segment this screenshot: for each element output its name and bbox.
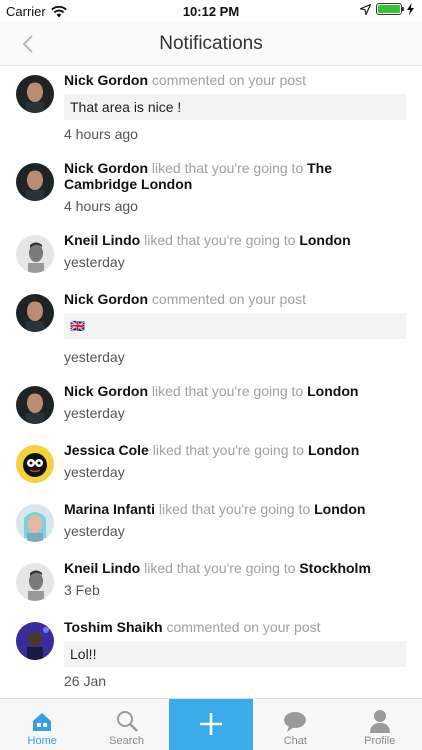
- user-name[interactable]: Marina Infanti: [64, 501, 155, 517]
- page-title: Notifications: [159, 33, 263, 54]
- tab-search[interactable]: Search: [84, 699, 168, 750]
- timestamp: 4 hours ago: [64, 126, 138, 142]
- timestamp: 3 Feb: [64, 582, 100, 598]
- notification-item[interactable]: Marina Infanti liked that you're going t…: [0, 495, 422, 554]
- notification-action: liked that you're going to: [144, 232, 296, 248]
- notification-item[interactable]: Jessica Cole liked that you're going to …: [0, 436, 422, 495]
- comment-box: That area is nice !: [64, 94, 406, 120]
- timestamp: yesterday: [64, 349, 125, 365]
- user-name[interactable]: Kneil Lindo: [64, 232, 140, 248]
- tab-bar: Home Search Chat Profile: [0, 698, 422, 750]
- notification-text: Nick Gordon liked that you're going to L…: [64, 383, 406, 399]
- timestamp: 26 Jan: [64, 673, 107, 689]
- timestamp: yesterday: [64, 464, 125, 480]
- notification-text: Marina Infanti liked that you're going t…: [64, 501, 406, 517]
- notification-text: Nick Gordon commented on your post: [64, 72, 406, 88]
- user-name[interactable]: Nick Gordon: [64, 383, 148, 399]
- notification-content: Nick Gordon commented on your post 🇬🇧 ye…: [64, 291, 406, 365]
- avatar[interactable]: [16, 386, 54, 424]
- notification-content: Toshim Shaikh commented on your post Lol…: [64, 619, 406, 689]
- timestamp: yesterday: [64, 254, 125, 270]
- comment-text: That area is nice !: [70, 99, 182, 115]
- comment-text: Lol!!: [70, 646, 97, 662]
- notification-content: Nick Gordon commented on your post That …: [64, 72, 406, 142]
- user-name[interactable]: Nick Gordon: [64, 72, 148, 88]
- tab-label: Search: [109, 735, 145, 747]
- user-name[interactable]: Toshim Shaikh: [64, 619, 163, 635]
- notification-text: Nick Gordon liked that you're going to T…: [64, 160, 406, 192]
- user-name[interactable]: Jessica Cole: [64, 442, 149, 458]
- notification-action: liked that you're going to: [152, 442, 305, 458]
- notification-action: liked that you're going to: [151, 160, 304, 176]
- notification-action: liked that you're going to: [144, 560, 296, 576]
- notification-item[interactable]: Toshim Shaikh commented on your post Lol…: [0, 613, 422, 698]
- place-link[interactable]: London: [308, 442, 359, 458]
- avatar[interactable]: [16, 235, 54, 273]
- avatar[interactable]: [16, 622, 54, 660]
- avatar[interactable]: [16, 504, 54, 542]
- notification-content: Nick Gordon liked that you're going to T…: [64, 160, 406, 214]
- notification-text: Toshim Shaikh commented on your post: [64, 619, 406, 635]
- avatar[interactable]: [16, 75, 54, 113]
- comment-box: Lol!!: [64, 641, 406, 667]
- notification-item[interactable]: Nick Gordon liked that you're going to L…: [0, 377, 422, 436]
- notification-content: Kneil Lindo liked that you're going to S…: [64, 560, 406, 601]
- comment-text: 🇬🇧: [70, 319, 85, 333]
- charging-icon: [407, 3, 414, 15]
- notification-item[interactable]: Kneil Lindo liked that you're going to L…: [0, 226, 422, 285]
- notification-content: Jessica Cole liked that you're going to …: [64, 442, 406, 483]
- avatar[interactable]: [16, 294, 54, 332]
- notification-content: Marina Infanti liked that you're going t…: [64, 501, 406, 542]
- notification-item[interactable]: Kneil Lindo liked that you're going to S…: [0, 554, 422, 613]
- notification-text: Nick Gordon commented on your post: [64, 291, 406, 307]
- avatar[interactable]: [16, 563, 54, 601]
- user-name[interactable]: Kneil Lindo: [64, 560, 140, 576]
- plus-icon: [199, 712, 222, 735]
- profile-icon: [369, 710, 390, 733]
- place-link[interactable]: London: [314, 501, 365, 517]
- notification-action: commented on your post: [151, 291, 306, 307]
- notification-item[interactable]: Nick Gordon liked that you're going to T…: [0, 154, 422, 226]
- location-arrow-icon: [360, 3, 371, 15]
- notification-text: Kneil Lindo liked that you're going to L…: [64, 232, 406, 248]
- notification-item[interactable]: Nick Gordon commented on your post That …: [0, 66, 422, 154]
- status-bar: Carrier 10:12 PM: [0, 0, 422, 22]
- tab-chat[interactable]: Chat: [253, 699, 337, 750]
- notification-item[interactable]: Nick Gordon commented on your post 🇬🇧 ye…: [0, 285, 422, 377]
- comment-box: 🇬🇧: [64, 313, 406, 339]
- tab-home[interactable]: Home: [0, 699, 84, 750]
- navigation-bar: Notifications: [0, 22, 422, 66]
- notification-text: Jessica Cole liked that you're going to …: [64, 442, 406, 458]
- notification-text: Kneil Lindo liked that you're going to S…: [64, 560, 406, 576]
- timestamp: yesterday: [64, 523, 125, 539]
- notification-action: liked that you're going to: [158, 501, 311, 517]
- timestamp: 4 hours ago: [64, 198, 138, 214]
- place-link[interactable]: London: [299, 232, 350, 248]
- notification-action: liked that you're going to: [151, 383, 304, 399]
- battery-icon: [376, 3, 404, 15]
- chat-icon: [284, 712, 307, 732]
- timestamp: yesterday: [64, 405, 125, 421]
- place-link[interactable]: Stockholm: [299, 560, 371, 576]
- home-icon: [33, 713, 52, 731]
- search-icon: [116, 711, 138, 732]
- notification-content: Kneil Lindo liked that you're going to L…: [64, 232, 406, 273]
- tab-label: Profile: [364, 735, 396, 747]
- user-name[interactable]: Nick Gordon: [64, 291, 148, 307]
- tab-label: Home: [27, 735, 57, 747]
- tab-label: Chat: [283, 735, 307, 747]
- avatar[interactable]: [16, 163, 54, 201]
- place-link[interactable]: London: [307, 383, 358, 399]
- notification-list[interactable]: Nick Gordon commented on your post That …: [0, 66, 422, 698]
- notification-action: commented on your post: [151, 72, 306, 88]
- user-name[interactable]: Nick Gordon: [64, 160, 148, 176]
- add-button[interactable]: [168, 699, 254, 750]
- status-time: 10:12 PM: [182, 4, 240, 19]
- notification-action: commented on your post: [166, 619, 321, 635]
- tab-profile[interactable]: Profile: [338, 699, 422, 750]
- notification-content: Nick Gordon liked that you're going to L…: [64, 383, 406, 424]
- status-right: [360, 3, 414, 15]
- avatar[interactable]: [16, 445, 54, 483]
